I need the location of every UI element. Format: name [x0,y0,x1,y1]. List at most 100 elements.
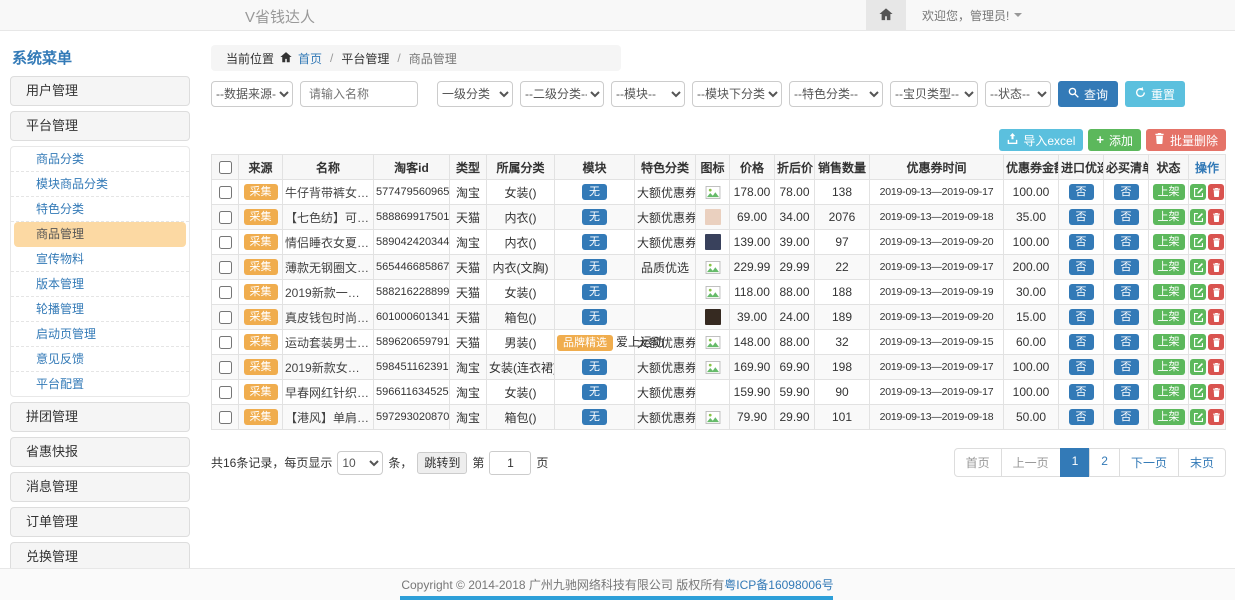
sidebar-item[interactable]: 意见反馈 [11,347,189,372]
row-checkbox[interactable] [219,411,232,424]
sidebar-item[interactable]: 平台配置 [11,372,189,396]
filter-select-status[interactable]: --状态-- [985,81,1051,107]
sidebar-group[interactable]: 平台管理 [10,111,190,141]
row-checkbox[interactable] [219,261,232,274]
sidebar-item[interactable]: 特色分类 [11,197,189,222]
search-button[interactable]: 查询 [1058,81,1118,107]
page-size-select[interactable]: 10 [337,451,383,475]
pagination-button[interactable]: 1 [1060,448,1091,477]
row-checkbox[interactable] [219,211,232,224]
row-checkbox[interactable] [219,286,232,299]
must-buy-toggle[interactable]: 否 [1114,409,1139,425]
delete-button[interactable] [1208,184,1224,200]
add-button[interactable]: + 添加 [1088,129,1141,151]
delete-button[interactable] [1208,309,1224,325]
row-checkbox[interactable] [219,236,232,249]
filter-select-item-type[interactable]: --宝贝类型-- [890,81,978,107]
status-badge[interactable]: 上架 [1153,284,1185,300]
import-select-toggle[interactable]: 否 [1069,259,1094,275]
row-checkbox[interactable] [219,186,232,199]
edit-button[interactable] [1190,309,1206,325]
filter-select-level1-category[interactable]: 一级分类 [437,81,513,107]
pagination-button[interactable]: 末页 [1178,448,1226,477]
filter-select-module-subcategory[interactable]: --模块下分类-- [692,81,782,107]
must-buy-toggle[interactable]: 否 [1114,234,1139,250]
pagination-button[interactable]: 下一页 [1119,448,1179,477]
pagination-button[interactable]: 2 [1089,448,1120,477]
sidebar-item-active[interactable]: 商品管理 [14,222,186,247]
status-badge[interactable]: 上架 [1153,409,1185,425]
sidebar-group[interactable]: 兑换管理 [10,542,190,568]
status-badge[interactable]: 上架 [1153,309,1185,325]
delete-button[interactable] [1208,384,1224,400]
delete-button[interactable] [1208,334,1224,350]
sidebar-item[interactable]: 模块商品分类 [11,172,189,197]
icp-link[interactable]: 粤ICP备16098006号 [724,576,833,593]
sidebar-group[interactable]: 省惠快报 [10,437,190,467]
user-menu[interactable]: 欢迎您，管理员! [922,7,1022,24]
import-select-toggle[interactable]: 否 [1069,334,1094,350]
breadcrumb-home-link[interactable]: 首页 [298,50,322,67]
must-buy-toggle[interactable]: 否 [1114,384,1139,400]
must-buy-toggle[interactable]: 否 [1114,334,1139,350]
import-select-toggle[interactable]: 否 [1069,234,1094,250]
edit-button[interactable] [1190,409,1206,425]
filter-select-level2-category[interactable]: --二级分类-- [520,81,604,107]
import-select-toggle[interactable]: 否 [1069,309,1094,325]
row-checkbox[interactable] [219,386,232,399]
status-badge[interactable]: 上架 [1153,234,1185,250]
sidebar-item[interactable]: 宣传物料 [11,247,189,272]
must-buy-toggle[interactable]: 否 [1114,259,1139,275]
delete-button[interactable] [1208,284,1224,300]
import-excel-button[interactable]: 导入excel [999,129,1083,151]
filter-select-module[interactable]: --模块-- [611,81,685,107]
jump-button[interactable]: 跳转到 [417,452,467,474]
edit-button[interactable] [1190,384,1206,400]
filter-select-feature-category[interactable]: --特色分类-- [789,81,883,107]
status-badge[interactable]: 上架 [1153,184,1185,200]
sidebar-group[interactable]: 用户管理 [10,76,190,106]
filter-select-data-source[interactable]: --数据来源-- [211,81,293,107]
edit-button[interactable] [1190,284,1206,300]
sidebar-item[interactable]: 版本管理 [11,272,189,297]
row-checkbox[interactable] [219,336,232,349]
status-badge[interactable]: 上架 [1153,334,1185,350]
home-button[interactable] [866,0,906,30]
status-badge[interactable]: 上架 [1153,359,1185,375]
row-checkbox[interactable] [219,311,232,324]
status-badge[interactable]: 上架 [1153,209,1185,225]
row-checkbox[interactable] [219,361,232,374]
edit-button[interactable] [1190,359,1206,375]
delete-button[interactable] [1208,359,1224,375]
status-badge[interactable]: 上架 [1153,384,1185,400]
must-buy-toggle[interactable]: 否 [1114,284,1139,300]
delete-button[interactable] [1208,259,1224,275]
import-select-toggle[interactable]: 否 [1069,359,1094,375]
import-select-toggle[interactable]: 否 [1069,409,1094,425]
sidebar-item[interactable]: 商品分类 [11,147,189,172]
edit-button[interactable] [1190,184,1206,200]
must-buy-toggle[interactable]: 否 [1114,309,1139,325]
edit-button[interactable] [1190,259,1206,275]
must-buy-toggle[interactable]: 否 [1114,184,1139,200]
name-search-input[interactable] [300,81,418,107]
delete-button[interactable] [1208,234,1224,250]
edit-button[interactable] [1190,234,1206,250]
edit-button[interactable] [1190,209,1206,225]
batch-delete-button[interactable]: 批量删除 [1146,129,1226,151]
import-select-toggle[interactable]: 否 [1069,284,1094,300]
page-jump-input[interactable] [489,451,531,475]
must-buy-toggle[interactable]: 否 [1114,209,1139,225]
reset-button[interactable]: 重置 [1125,81,1185,107]
edit-button[interactable] [1190,334,1206,350]
delete-button[interactable] [1208,209,1224,225]
select-all-checkbox[interactable] [219,161,232,174]
sidebar-group[interactable]: 订单管理 [10,507,190,537]
sidebar-group[interactable]: 拼团管理 [10,402,190,432]
import-select-toggle[interactable]: 否 [1069,384,1094,400]
sidebar-item[interactable]: 轮播管理 [11,297,189,322]
import-select-toggle[interactable]: 否 [1069,209,1094,225]
must-buy-toggle[interactable]: 否 [1114,359,1139,375]
status-badge[interactable]: 上架 [1153,259,1185,275]
sidebar-group[interactable]: 消息管理 [10,472,190,502]
